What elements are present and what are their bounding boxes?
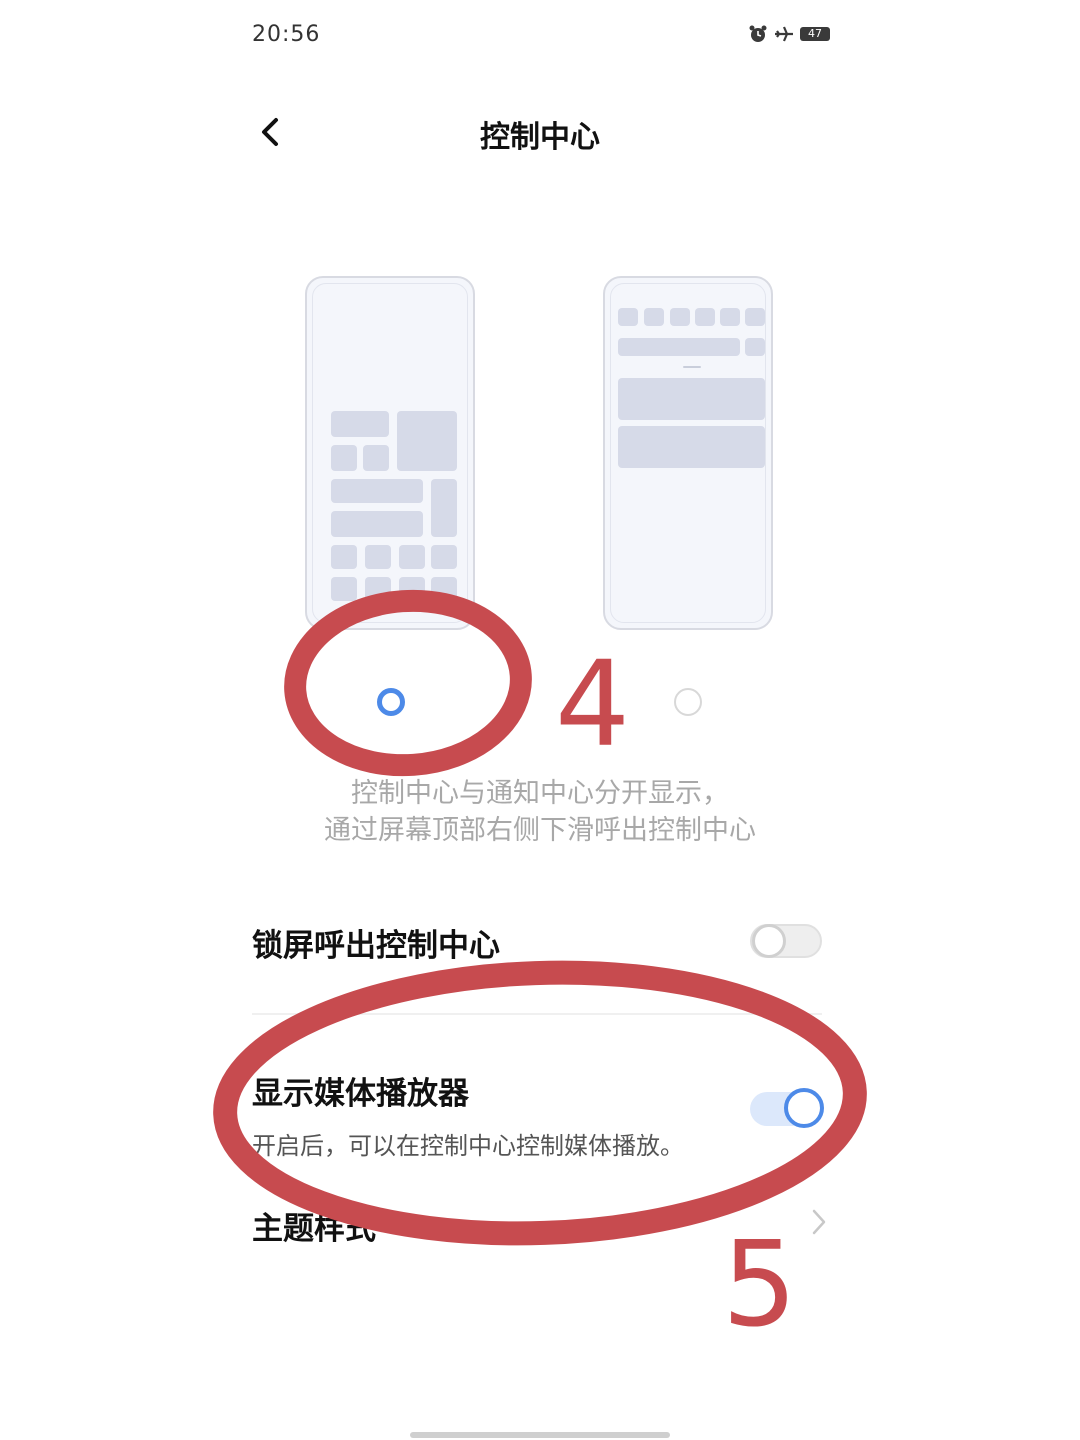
page-title: 控制中心 (480, 120, 600, 155)
setting-theme-style[interactable]: 主题样式 (252, 1195, 827, 1251)
media-player-description: 开启后，可以在控制中心控制媒体播放。 (252, 1132, 684, 1160)
style-a-radio[interactable] (377, 688, 405, 716)
preview-divider (683, 366, 701, 368)
preview-tile (331, 411, 389, 437)
media-player-toggle[interactable] (750, 1088, 824, 1128)
lockscreen-label: 锁屏呼出控制中心 (252, 928, 500, 964)
preview-screen (610, 283, 766, 623)
preview-tile (644, 308, 664, 326)
preview-tile (331, 545, 357, 569)
status-time: 20:56 (252, 22, 321, 47)
preview-notification (618, 426, 765, 468)
annotation-number-4: 4 (555, 635, 630, 773)
preview-tile (618, 338, 740, 356)
setting-lockscreen-control-center[interactable]: 锁屏呼出控制中心 (252, 912, 822, 972)
alarm-icon (748, 24, 768, 44)
preview-tile (431, 545, 457, 569)
preview-tile (618, 308, 638, 326)
preview-tile (399, 545, 425, 569)
preview-tile (670, 308, 690, 326)
style-preview-separate[interactable] (305, 276, 475, 630)
divider (252, 1013, 822, 1015)
preview-tile (720, 308, 740, 326)
preview-notification (618, 378, 765, 420)
preview-tile (331, 445, 357, 471)
preview-tile (431, 479, 457, 537)
setting-show-media-player[interactable]: 显示媒体播放器 开启后，可以在控制中心控制媒体播放。 (252, 1060, 824, 1170)
airplane-icon (774, 24, 794, 44)
preview-tile (365, 577, 391, 601)
preview-tile (397, 411, 457, 471)
toggle-knob (784, 1088, 824, 1128)
description-line-1: 控制中心与通知中心分开显示， (351, 778, 729, 809)
preview-tile (399, 577, 425, 601)
home-indicator (410, 1432, 670, 1438)
style-b-radio[interactable] (674, 688, 702, 716)
theme-style-label: 主题样式 (252, 1211, 376, 1247)
preview-tile (331, 511, 423, 537)
lockscreen-toggle[interactable] (750, 924, 822, 958)
preview-tile (331, 577, 357, 601)
preview-tile (695, 308, 715, 326)
style-preview-unified[interactable] (603, 276, 773, 630)
battery-icon: 47 (800, 27, 830, 41)
status-icons: 47 (748, 24, 830, 44)
preview-screen (312, 283, 468, 623)
description-line-2: 通过屏幕顶部右侧下滑呼出控制中心 (324, 815, 756, 846)
preview-tile (331, 479, 423, 503)
media-player-label: 显示媒体播放器 (252, 1076, 469, 1112)
preview-tile (363, 445, 389, 471)
preview-tile (431, 577, 457, 601)
preview-tile (745, 338, 765, 356)
toggle-knob (752, 924, 786, 958)
chevron-right-icon (812, 1209, 826, 1235)
style-description: 控制中心与通知中心分开显示， 通过屏幕顶部右侧下滑呼出控制中心 (0, 775, 1080, 849)
preview-tile (745, 308, 765, 326)
preview-tile (365, 545, 391, 569)
